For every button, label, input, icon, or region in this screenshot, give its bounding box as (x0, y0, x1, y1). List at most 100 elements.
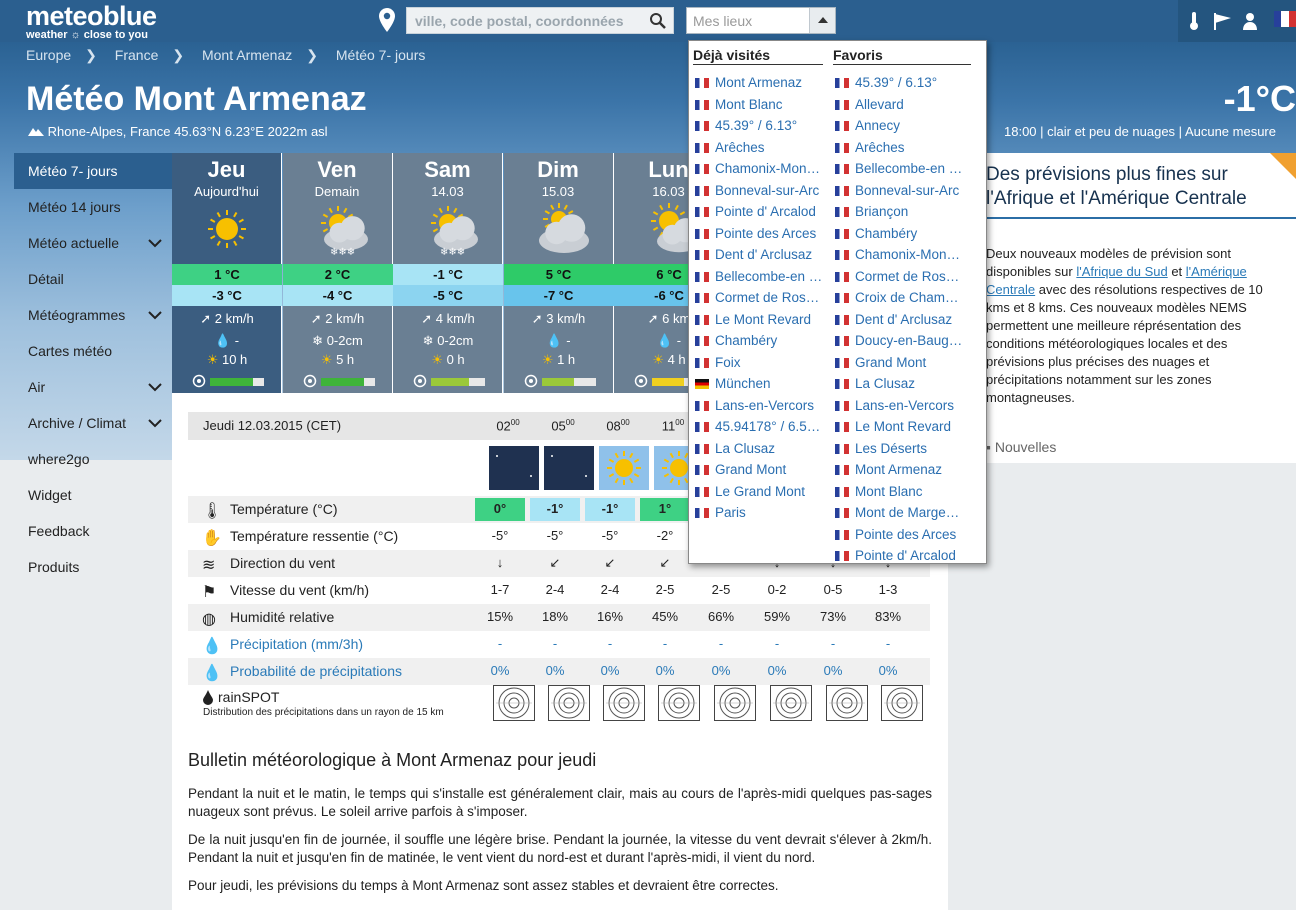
place-item[interactable]: Dent d' Arclusaz (835, 312, 967, 334)
row-label[interactable]: Probabilité de précipitations (230, 663, 402, 679)
place-item[interactable]: Dent d' Arclusaz (695, 247, 827, 269)
search-icon[interactable] (649, 12, 667, 33)
place-item[interactable]: Bellecombe-en … (835, 161, 967, 183)
sidebar-item[interactable]: Widget (14, 477, 172, 513)
rainspot-icon[interactable] (548, 685, 590, 721)
user-icon[interactable] (1242, 11, 1262, 36)
place-item[interactable]: Pointe des Arces (835, 527, 967, 549)
sidebar-item[interactable]: Air (14, 369, 172, 405)
place-item[interactable]: Bonneval-sur-Arc (835, 183, 967, 205)
place-item[interactable]: La Clusaz (695, 441, 827, 463)
chevron-down-icon[interactable] (148, 307, 162, 323)
place-item[interactable]: Annecy (835, 118, 967, 140)
predictability-icon[interactable] (413, 374, 427, 393)
place-item[interactable]: Grand Mont (695, 462, 827, 484)
place-item[interactable]: Mont Armenaz (835, 462, 967, 484)
sidebar-item[interactable]: Météo 14 jours (14, 189, 172, 225)
place-item[interactable]: Pointe d' Arcalod (835, 548, 967, 563)
my-places-select[interactable]: Mes lieux (686, 7, 836, 34)
flag-fr-icon[interactable] (1274, 11, 1296, 32)
sidebar-item[interactable]: Produits (14, 549, 172, 585)
place-item[interactable]: Bonneval-sur-Arc (695, 183, 827, 205)
link-south-africa[interactable]: l'Afrique du Sud (1076, 264, 1167, 279)
day-column[interactable]: Lun 16.03 6 °C -6 °C ➚ 6 km 💧 - ☀ 4 h (614, 153, 692, 393)
sidebar-item[interactable]: Cartes météo (14, 333, 172, 369)
place-item[interactable]: Doucy-en-Baug… (835, 333, 967, 355)
breadcrumb-item[interactable]: France (115, 47, 159, 63)
day-date: Demain (314, 184, 360, 199)
place-item[interactable]: 45.39° / 6.13° (835, 75, 967, 97)
sidebar-item[interactable]: where2go (14, 441, 172, 477)
place-item[interactable]: Foix (695, 355, 827, 377)
predictability-icon[interactable] (634, 374, 648, 393)
sidebar-item[interactable]: Feedback (14, 513, 172, 549)
place-item[interactable]: Le Grand Mont (695, 484, 827, 506)
top-icons (1178, 0, 1296, 42)
wind-flag-icon[interactable] (1212, 11, 1234, 36)
breadcrumb-item[interactable]: Météo 7- jours (336, 47, 425, 63)
sidebar-item[interactable]: Météo 7- jours (14, 153, 172, 189)
logo[interactable]: meteoblue weather ☼ close to you (26, 3, 157, 41)
place-item[interactable]: Chamonix-Mon… (695, 161, 827, 183)
chevron-up-icon[interactable] (809, 8, 835, 33)
place-item[interactable]: Le Mont Revard (835, 419, 967, 441)
predictability-icon[interactable] (524, 374, 538, 393)
chevron-down-icon[interactable] (148, 415, 162, 431)
predictability-icon[interactable] (192, 374, 206, 393)
day-column[interactable]: Sam 14.03 ❄❄❄ -1 °C -5 °C ➚ 4 km/h ❄ 0-2cm ☀ 0 … (393, 153, 503, 393)
place-item[interactable]: Allevard (835, 97, 967, 119)
rainspot-icon[interactable] (603, 685, 645, 721)
predictability-icon[interactable] (303, 374, 317, 393)
location-pin-icon[interactable] (378, 7, 396, 38)
place-item[interactable]: 45.39° / 6.13° (695, 118, 827, 140)
sidebar-item[interactable]: Détail (14, 261, 172, 297)
place-item[interactable]: Mont de Marge… (835, 505, 967, 527)
promo-title[interactable]: Des prévisions plus fines sur l'Afrique … (978, 153, 1296, 217)
rainspot-icon[interactable] (493, 685, 535, 721)
day-column[interactable]: Dim 15.03 5 °C -7 °C ➚ 3 km/h 💧 - ☀ 1 h (503, 153, 614, 393)
place-item[interactable]: Chambéry (835, 226, 967, 248)
sidebar-item[interactable]: Météo actuelle (14, 225, 172, 261)
place-item[interactable]: Croix de Cham… (835, 290, 967, 312)
sidebar-item[interactable]: Archive / Climat (14, 405, 172, 441)
rainspot-icon[interactable] (658, 685, 700, 721)
rainspot-icon[interactable] (881, 685, 923, 721)
place-item[interactable]: Les Déserts (835, 441, 967, 463)
place-item[interactable]: La Clusaz (835, 376, 967, 398)
place-item[interactable]: Lans-en-Vercors (695, 398, 827, 420)
place-item[interactable]: Cormet de Ros… (835, 269, 967, 291)
place-item[interactable]: Arêches (835, 140, 967, 162)
place-item[interactable]: München (695, 376, 827, 398)
breadcrumb-item[interactable]: Europe (26, 47, 71, 63)
place-item[interactable]: Pointe d' Arcalod (695, 204, 827, 226)
day-column[interactable]: Jeu Aujourd'hui 1 °C -3 °C ➚ 2 km/h 💧 - ☀ 10 h (172, 153, 282, 393)
sidebar-item[interactable]: Météogrammes (14, 297, 172, 333)
place-item[interactable]: 45.94178° / 6.5… (695, 419, 827, 441)
place-item[interactable]: Chamonix-Mon… (835, 247, 967, 269)
place-item[interactable]: Le Mont Revard (695, 312, 827, 334)
place-item[interactable]: Pointe des Arces (695, 226, 827, 248)
breadcrumb-item[interactable]: Mont Armenaz (202, 47, 292, 63)
place-item[interactable]: Arêches (695, 140, 827, 162)
thermometer-icon[interactable] (1188, 11, 1200, 36)
place-item[interactable]: Mont Armenaz (695, 75, 827, 97)
search-input[interactable]: ville, code postal, coordonnées (406, 7, 674, 34)
rainspot-icon[interactable] (714, 685, 756, 721)
place-item[interactable]: Grand Mont (835, 355, 967, 377)
place-item[interactable]: Lans-en-Vercors (835, 398, 967, 420)
place-item[interactable]: Paris (695, 505, 827, 527)
day-column[interactable]: Ven Demain ❄❄❄ 2 °C -4 °C ➚ 2 km/h ❄ 0-2cm ☀ 5 … (282, 153, 393, 393)
rainspot-icon[interactable] (826, 685, 868, 721)
row-label[interactable]: Précipitation (mm/3h) (230, 636, 363, 652)
place-item[interactable]: Chambéry (695, 333, 827, 355)
chevron-down-icon[interactable] (148, 379, 162, 395)
place-item[interactable]: Mont Blanc (695, 97, 827, 119)
flag-fr-icon (835, 508, 849, 518)
place-item[interactable]: Cormet de Ros… (695, 290, 827, 312)
place-item[interactable]: Mont Blanc (835, 484, 967, 506)
news-link[interactable]: ▪ Nouvelles (986, 439, 1056, 455)
place-item[interactable]: Bellecombe-en … (695, 269, 827, 291)
place-item[interactable]: Briançon (835, 204, 967, 226)
chevron-down-icon[interactable] (148, 235, 162, 251)
rainspot-icon[interactable] (770, 685, 812, 721)
